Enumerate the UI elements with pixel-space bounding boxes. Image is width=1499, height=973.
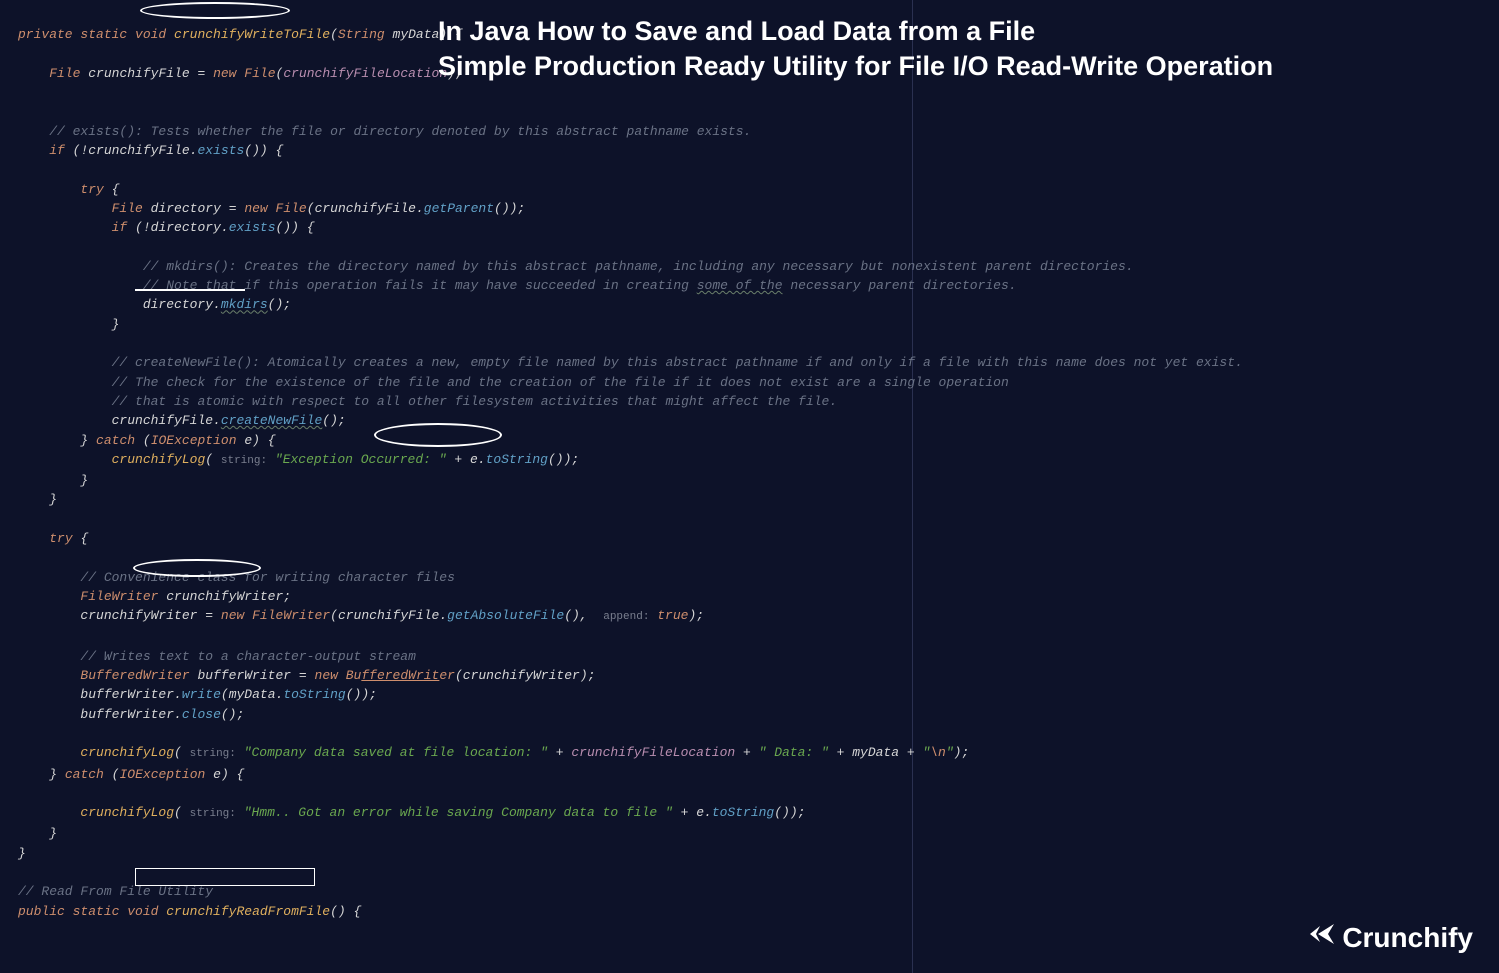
method-name: crunchifyWriteToFile: [174, 27, 330, 42]
title-block: In Java How to Save and Load Data from a…: [438, 14, 1469, 84]
brand-logo: Crunchify: [1306, 920, 1473, 955]
brand-logo-text: Crunchify: [1342, 922, 1473, 954]
title-line-1: In Java How to Save and Load Data from a…: [438, 14, 1469, 49]
title-line-2: Simple Production Ready Utility for File…: [438, 49, 1469, 84]
brand-logo-icon: [1306, 920, 1336, 955]
code-modifiers: private static void: [18, 27, 166, 42]
comment: // exists(): Tests whether the file or d…: [49, 124, 751, 139]
code-editor: private static void crunchifyWriteToFile…: [0, 0, 1499, 927]
